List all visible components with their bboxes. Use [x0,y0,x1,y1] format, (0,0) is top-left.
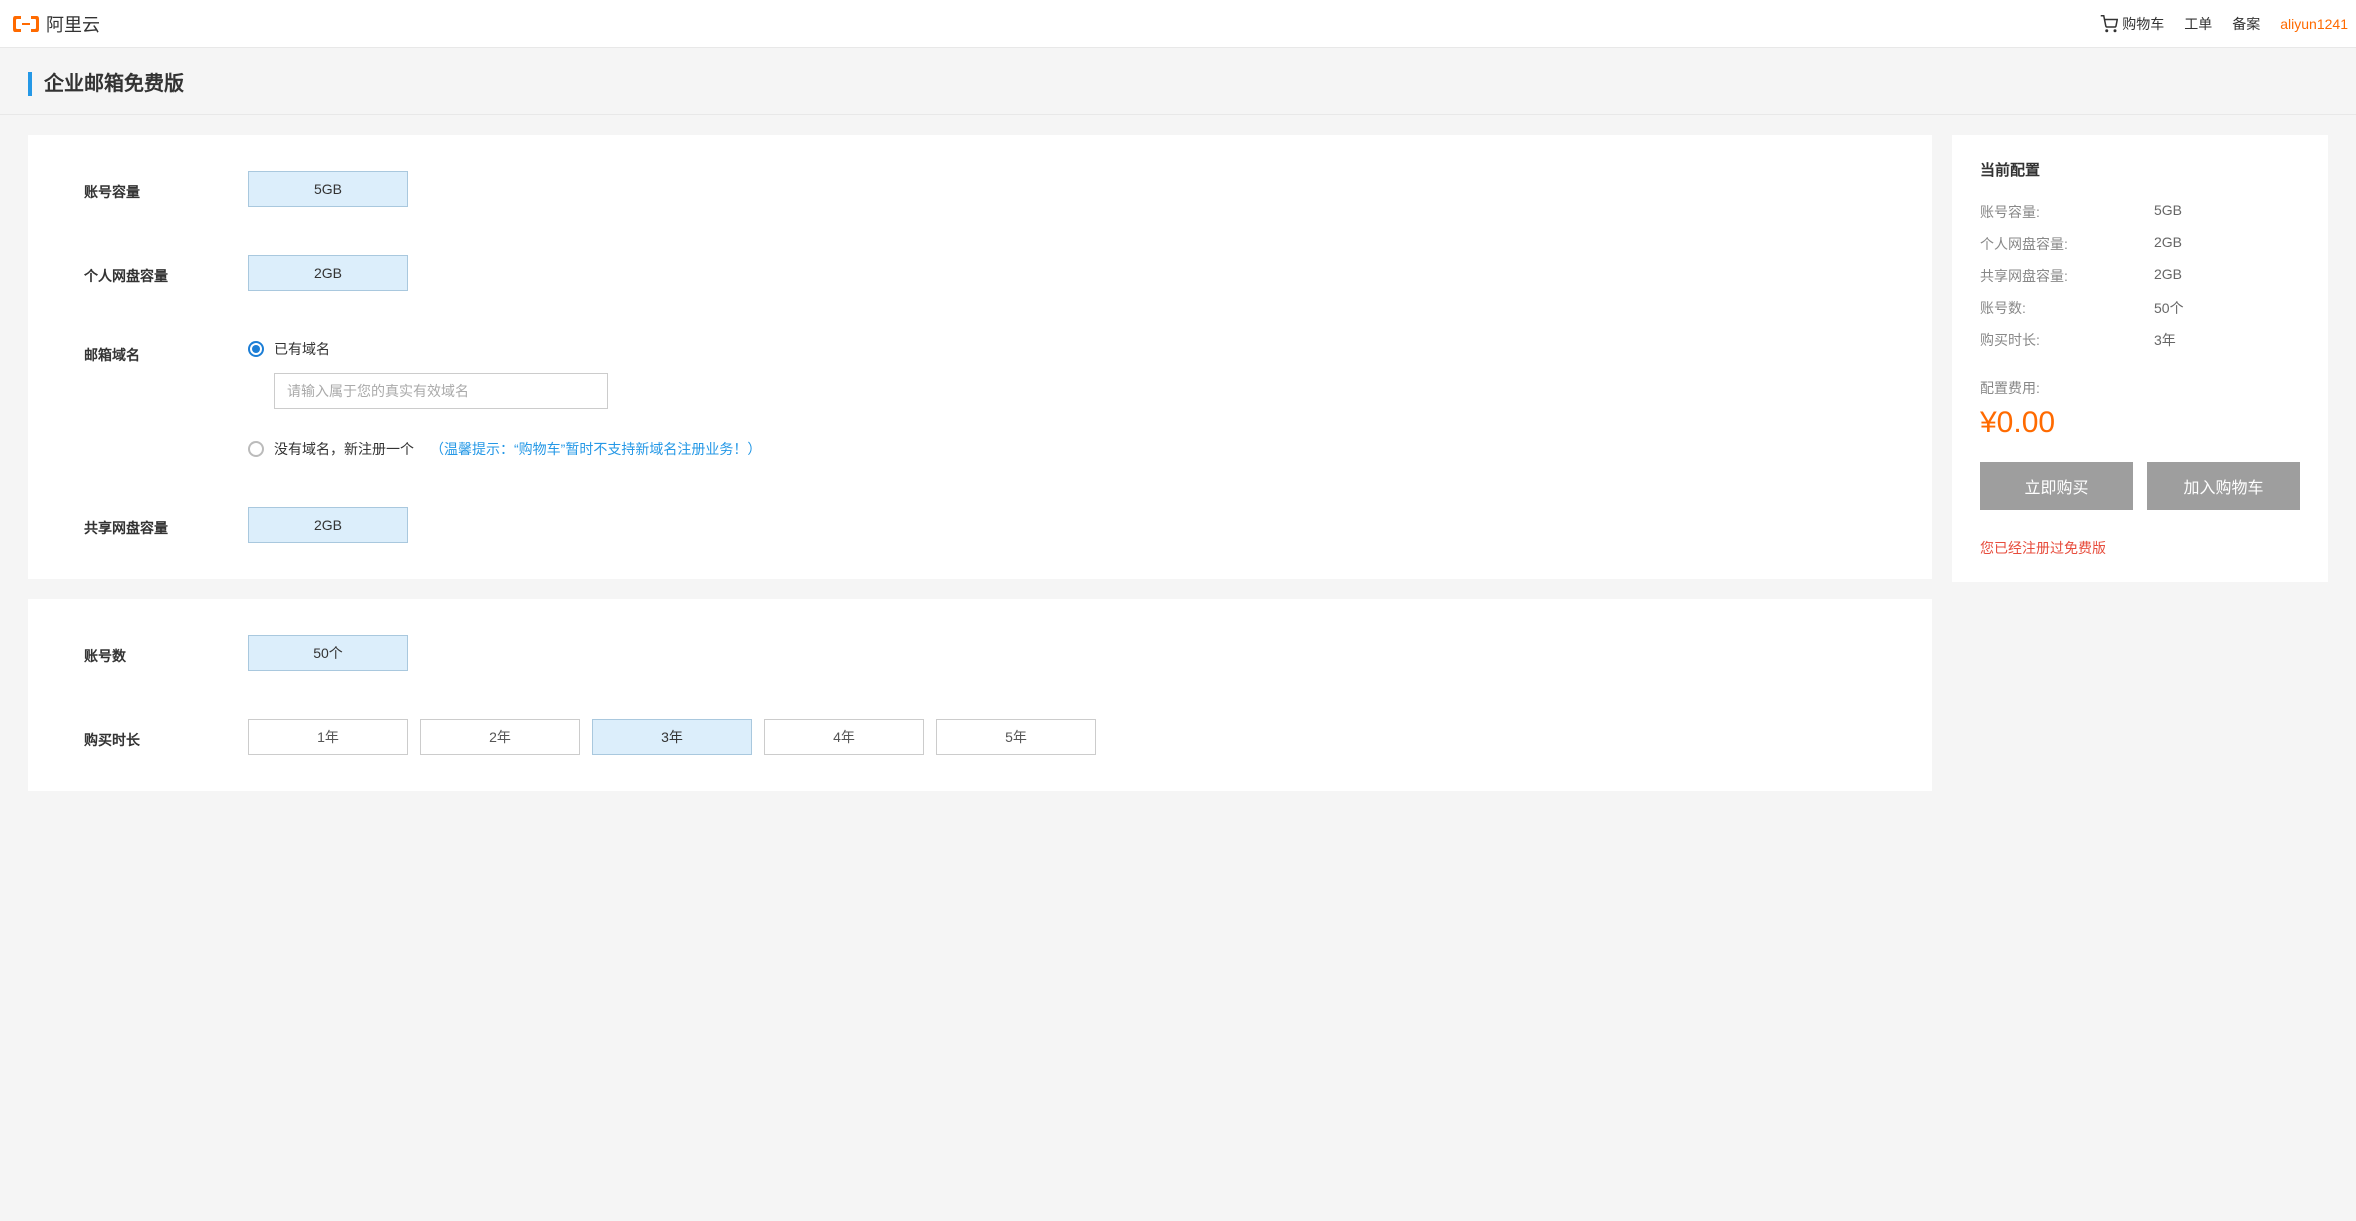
option-account-capacity-5gb[interactable]: 5GB [248,171,408,207]
summary-row: 账号容量:5GB [1980,202,2300,222]
radio-no-domain-label: 没有域名，新注册一个 [274,439,414,459]
duration-option-5年[interactable]: 5年 [936,719,1096,755]
option-personal-netdisk-2gb[interactable]: 2GB [248,255,408,291]
summary-row-label: 账号数: [1980,298,2154,318]
radio-icon [248,441,264,457]
page-title: 企业邮箱免费版 [28,72,2328,96]
summary-row: 账号数:50个 [1980,298,2300,318]
row-account-capacity: 账号容量 5GB [84,171,1892,207]
duration-option-1年[interactable]: 1年 [248,719,408,755]
main-container: 账号容量 5GB 个人网盘容量 2GB 邮箱域名 已有域名 [0,115,2356,791]
aliyun-logo-icon [12,14,40,34]
fee-label: 配置费用: [1980,378,2300,398]
config-card-1: 账号容量 5GB 个人网盘容量 2GB 邮箱域名 已有域名 [28,135,1932,579]
label-duration: 购买时长 [84,724,248,750]
logo-text: 阿里云 [46,11,100,37]
username-link[interactable]: aliyun1241 [2280,16,2348,32]
label-personal-netdisk: 个人网盘容量 [84,260,248,286]
duration-option-2年[interactable]: 2年 [420,719,580,755]
summary-row-label: 共享网盘容量: [1980,266,2154,286]
header-right: 购物车 工单 备案 aliyun1241 [2100,14,2356,34]
summary-row: 共享网盘容量:2GB [1980,266,2300,286]
summary-row-value: 50个 [2154,298,2184,318]
row-mail-domain: 邮箱域名 已有域名 没有域名，新注册一个 （温馨提示：“购物车”暂时不支持新域名… [84,339,1892,459]
row-account-count: 账号数 50个 [84,635,1892,671]
summary-title: 当前配置 [1980,159,2300,180]
label-account-capacity: 账号容量 [84,176,248,202]
radio-icon [248,341,264,357]
row-personal-netdisk: 个人网盘容量 2GB [84,255,1892,291]
label-mail-domain: 邮箱域名 [84,339,248,365]
summary-row-value: 3年 [2154,330,2176,350]
radio-has-domain-label: 已有域名 [274,339,330,359]
radio-has-domain[interactable]: 已有域名 [248,339,761,359]
summary-row-label: 购买时长: [1980,330,2154,350]
already-registered-warning: 您已经注册过免费版 [1980,538,2300,558]
duration-option-3年[interactable]: 3年 [592,719,752,755]
config-card-2: 账号数 50个 购买时长 1年 2年 3年 4年 5年 [28,599,1932,791]
top-header: 阿里云 购物车 工单 备案 aliyun1241 [0,0,2356,48]
summary-sidebar: 当前配置 账号容量:5GB个人网盘容量:2GB共享网盘容量:2GB账号数:50个… [1952,135,2328,582]
summary-row-label: 账号容量: [1980,202,2154,222]
logo[interactable]: 阿里云 [12,11,100,37]
domain-input[interactable] [274,373,608,409]
summary-row-value: 2GB [2154,266,2182,286]
summary-row: 个人网盘容量:2GB [1980,234,2300,254]
cart-link[interactable]: 购物车 [2100,14,2164,34]
cart-label: 购物车 [2122,14,2164,34]
ticket-link[interactable]: 工单 [2184,14,2212,34]
option-account-count-50[interactable]: 50个 [248,635,408,671]
summary-row-label: 个人网盘容量: [1980,234,2154,254]
buy-now-button[interactable]: 立即购买 [1980,462,2133,510]
radio-no-domain[interactable]: 没有域名，新注册一个 （温馨提示：“购物车”暂时不支持新域名注册业务！） [248,439,761,459]
duration-options: 1年 2年 3年 4年 5年 [248,719,1096,755]
beian-link[interactable]: 备案 [2232,14,2260,34]
label-shared-netdisk: 共享网盘容量 [84,512,248,538]
duration-option-4年[interactable]: 4年 [764,719,924,755]
option-shared-netdisk-2gb[interactable]: 2GB [248,507,408,543]
add-to-cart-button[interactable]: 加入购物车 [2147,462,2300,510]
domain-hint: （温馨提示：“购物车”暂时不支持新域名注册业务！） [430,439,761,459]
summary-row-value: 2GB [2154,234,2182,254]
price-value: ¥0.00 [1980,406,2300,440]
cart-icon [2100,15,2118,33]
row-duration: 购买时长 1年 2年 3年 4年 5年 [84,719,1892,755]
summary-row: 购买时长:3年 [1980,330,2300,350]
label-account-count: 账号数 [84,640,248,666]
form-column: 账号容量 5GB 个人网盘容量 2GB 邮箱域名 已有域名 [28,135,1932,791]
page-title-bar: 企业邮箱免费版 [0,48,2356,115]
row-shared-netdisk: 共享网盘容量 2GB [84,507,1892,543]
summary-row-value: 5GB [2154,202,2182,222]
